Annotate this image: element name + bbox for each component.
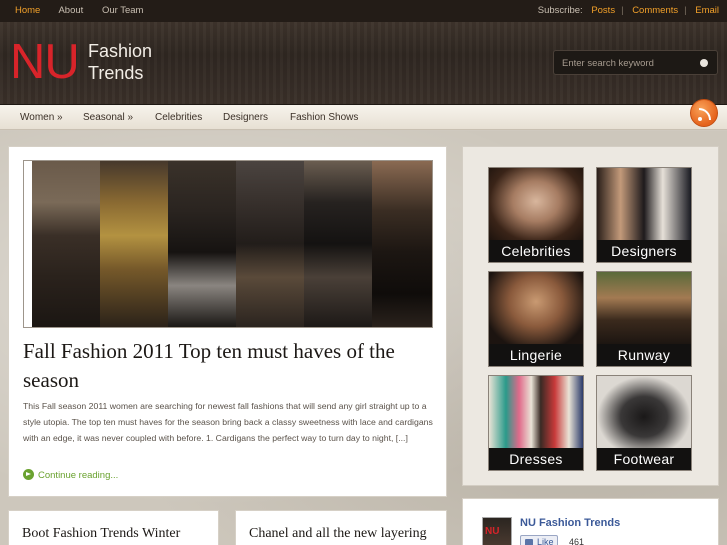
nav-women[interactable]: Women »	[20, 112, 63, 123]
category-image	[489, 168, 583, 242]
top-nav-our-team[interactable]: Our Team	[102, 5, 144, 16]
subscribe-posts-link[interactable]: Posts	[591, 5, 615, 16]
category-label: Designers	[597, 240, 691, 262]
category-label: Dresses	[489, 448, 583, 470]
category-celebrities[interactable]: Celebrities	[488, 167, 584, 263]
continue-arrow-icon	[23, 469, 34, 480]
category-dresses[interactable]: Dresses	[488, 375, 584, 471]
nav-designers[interactable]: Designers	[223, 112, 268, 123]
separator: |	[684, 5, 687, 16]
runway-look-6	[372, 161, 432, 327]
facebook-page-thumbnail[interactable]: NU	[482, 517, 512, 545]
runway-look-4	[236, 161, 304, 327]
category-image	[597, 168, 691, 242]
main-nav: Women » Seasonal » Celebrities Designers…	[0, 105, 727, 130]
like-count: 461	[569, 537, 585, 545]
featured-image[interactable]	[23, 160, 433, 328]
like-label: Like	[537, 537, 554, 545]
category-image	[489, 272, 583, 346]
like-button[interactable]: Like	[520, 535, 558, 545]
separator: |	[621, 5, 624, 16]
top-nav: Home About Our Team	[15, 5, 159, 16]
logo-text[interactable]: Fashion Trends	[88, 40, 152, 84]
rss-icon[interactable]	[690, 99, 718, 127]
runway-look-5	[304, 161, 372, 327]
facebook-page-name[interactable]: NU Fashion Trends	[520, 517, 620, 529]
continue-reading-link[interactable]: Continue reading...	[23, 469, 118, 481]
runway-look-1	[32, 161, 100, 327]
site-header: NU Fashion Trends	[0, 22, 727, 105]
post-card-title[interactable]: Chanel and all the new layering	[249, 526, 427, 542]
post-title[interactable]: Fall Fashion 2011 Top ten must haves of …	[23, 337, 438, 395]
logo-mark[interactable]: NU	[10, 38, 80, 87]
category-designers[interactable]: Designers	[596, 167, 692, 263]
category-image	[597, 272, 691, 346]
nav-seasonal[interactable]: Seasonal »	[83, 112, 133, 123]
category-sidebar: Celebrities Designers Lingerie Runway Dr…	[462, 146, 719, 486]
subscribe-email-link[interactable]: Email	[695, 5, 719, 16]
category-label: Footwear	[597, 448, 691, 470]
featured-post: Fall Fashion 2011 Top ten must haves of …	[8, 146, 447, 497]
rss-dot	[698, 117, 702, 121]
category-image	[597, 376, 691, 450]
category-runway[interactable]: Runway	[596, 271, 692, 367]
category-label: Runway	[597, 344, 691, 366]
top-bar: Home About Our Team Subscribe: Posts | Co…	[0, 0, 727, 22]
top-nav-about[interactable]: About	[58, 5, 83, 16]
thumb-logo: NU	[485, 526, 500, 537]
category-lingerie[interactable]: Lingerie	[488, 271, 584, 367]
search-icon[interactable]	[700, 59, 708, 67]
category-image	[489, 376, 583, 450]
runway-look-2	[100, 161, 168, 327]
search-input[interactable]	[562, 56, 692, 71]
nav-fashion-shows[interactable]: Fashion Shows	[290, 112, 358, 123]
category-label: Lingerie	[489, 344, 583, 366]
logo-line-2: Trends	[88, 63, 144, 83]
post-card: Chanel and all the new layering	[235, 510, 447, 545]
category-label: Celebrities	[489, 240, 583, 262]
continue-label: Continue reading...	[38, 470, 119, 481]
post-card-title[interactable]: Boot Fashion Trends Winter	[22, 526, 180, 542]
post-excerpt: This Fall season 2011 women are searchin…	[23, 401, 433, 443]
subscribe-comments-link[interactable]: Comments	[632, 5, 678, 16]
logo-line-1: Fashion	[88, 41, 153, 61]
post-card: Boot Fashion Trends Winter	[8, 510, 219, 545]
subscribe-label: Subscribe:	[537, 5, 583, 16]
search-box	[553, 50, 718, 75]
runway-look-3	[168, 161, 236, 327]
subscribe-links: Subscribe: Posts | Comments | Email	[538, 5, 719, 16]
category-footwear[interactable]: Footwear	[596, 375, 692, 471]
nav-celebrities[interactable]: Celebrities	[155, 112, 202, 123]
facebook-like-box: NU NU Fashion Trends Like 461	[462, 498, 719, 545]
top-nav-home[interactable]: Home	[15, 5, 40, 16]
